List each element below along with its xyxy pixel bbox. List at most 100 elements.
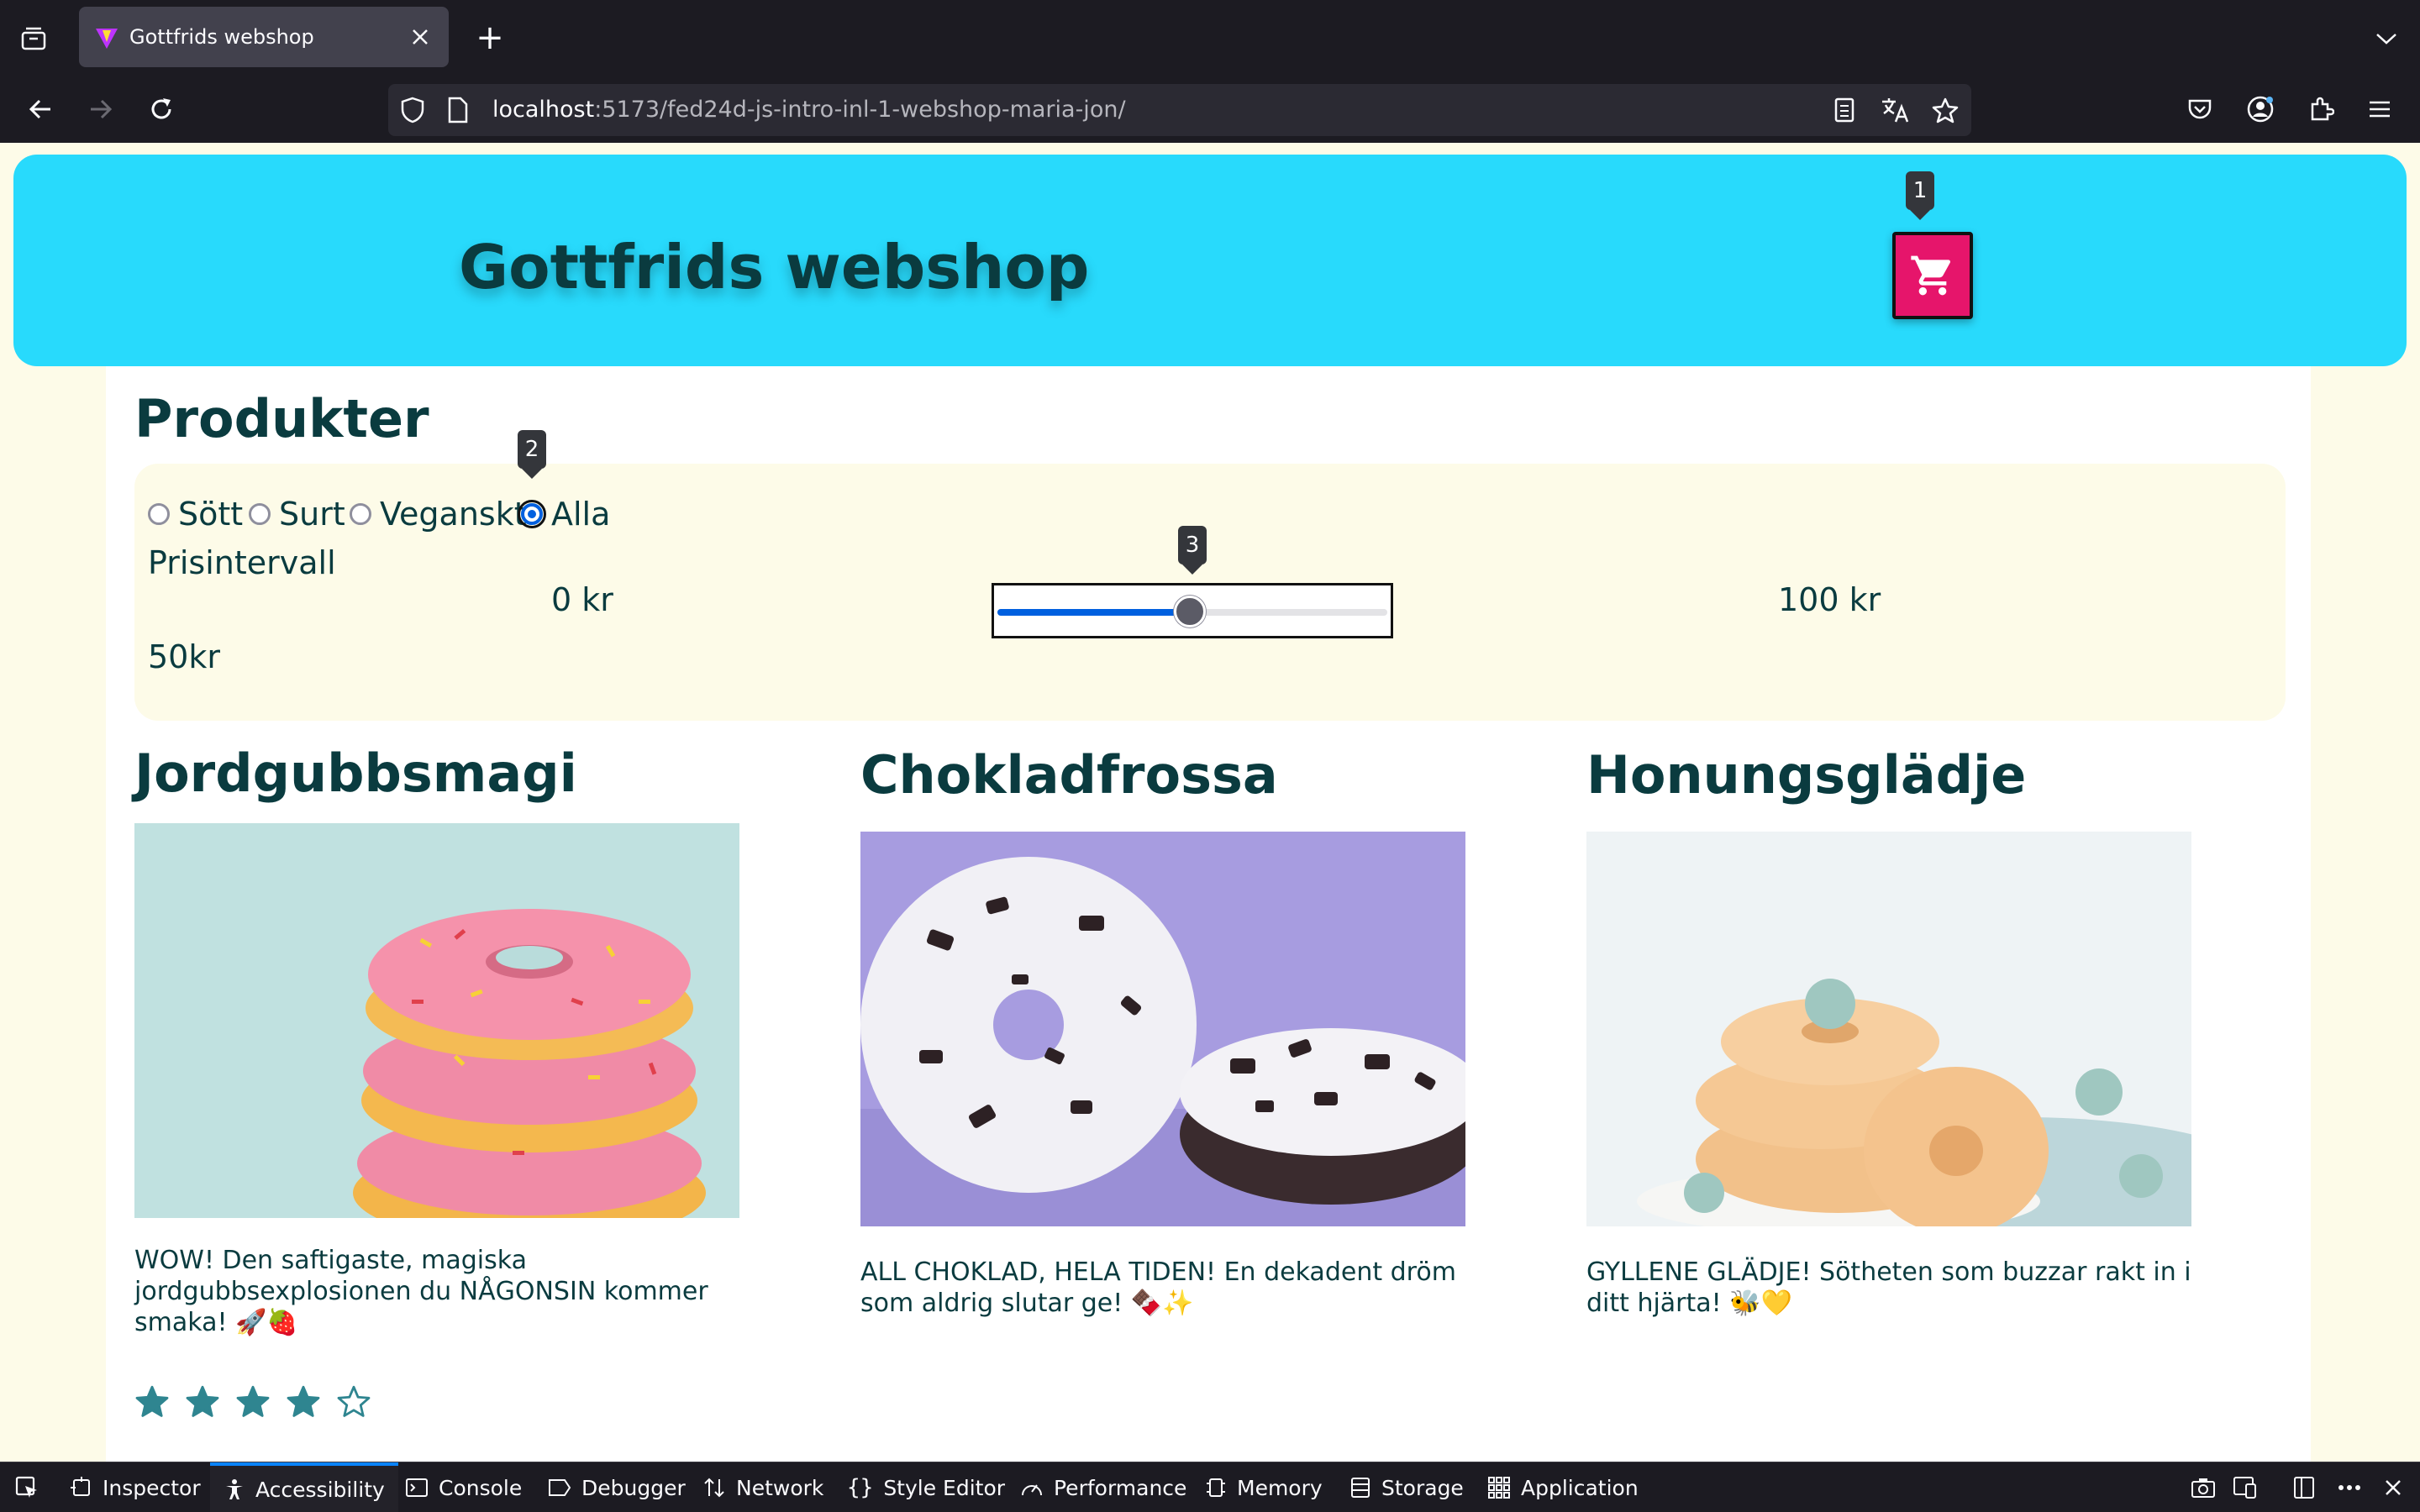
tab-list-icon[interactable] <box>17 22 50 55</box>
devtools-tab-accessibility[interactable]: Accessibility <box>210 1462 398 1512</box>
close-devtools-icon[interactable] <box>2378 1473 2408 1503</box>
braces-icon: {} <box>847 1475 874 1500</box>
devtools-tab-storage[interactable]: Storage <box>1349 1462 1464 1512</box>
translate-icon[interactable] <box>1879 94 1911 126</box>
browser-nav-bar: localhost:5173/fed24d-js-intro-inl-1-web… <box>0 76 2420 143</box>
price-range-label: Prisintervall <box>148 544 336 581</box>
close-tab-icon[interactable] <box>405 22 435 52</box>
filter-option-veganskt[interactable]: Veganskt <box>350 496 527 533</box>
radio-sott[interactable] <box>148 503 170 525</box>
devtools-tab-inspector[interactable]: Inspector <box>71 1462 201 1512</box>
url-bar[interactable]: localhost:5173/fed24d-js-intro-inl-1-web… <box>388 84 1971 136</box>
tab-title: Gottfrids webshop <box>129 25 314 49</box>
product-description: WOW! Den saftigaste, magiska jordgubbsex… <box>134 1246 708 1337</box>
radio-alla[interactable] <box>518 500 546 528</box>
product-description: GYLLENE GLÄDJE! Sötheten som buzzar rakt… <box>1586 1257 2191 1318</box>
star-filled-icon <box>135 1385 169 1417</box>
product-title: Honungsglädje <box>1586 744 2027 806</box>
more-options-icon[interactable] <box>2334 1473 2365 1503</box>
devtools-tab-memory[interactable]: Memory <box>1205 1462 1323 1512</box>
product-card: Jordgubbsmagi <box>134 743 773 804</box>
debugger-icon <box>549 1479 571 1496</box>
radio-veganskt[interactable] <box>350 503 371 525</box>
oreo-chocolate-donuts-image <box>860 832 1465 1226</box>
devtools-tab-label: Network <box>736 1475 824 1500</box>
glazed-honey-donuts-image <box>1586 832 2191 1226</box>
devtools-tab-label: Application <box>1521 1475 1639 1500</box>
storage-icon <box>1351 1478 1370 1498</box>
devtools-tab-application[interactable]: Application <box>1487 1462 1639 1512</box>
shield-icon[interactable] <box>397 94 429 126</box>
accessibility-icon <box>226 1479 243 1499</box>
responsive-mode-icon[interactable] <box>2230 1473 2260 1503</box>
shopping-cart-icon <box>1911 255 1951 296</box>
element-picker-icon[interactable] <box>12 1473 42 1503</box>
inspector-icon <box>71 1477 90 1496</box>
price-min-label: 0 kr <box>551 581 613 618</box>
devtools-tab-network[interactable]: Network <box>702 1462 823 1512</box>
reload-icon[interactable] <box>143 91 180 128</box>
browser-tab[interactable]: Gottfrids webshop <box>79 7 449 67</box>
devtools-tab-label: Storage <box>1381 1475 1464 1500</box>
new-tab-button[interactable]: + <box>471 18 509 57</box>
cart-accessibility-badge: 1 <box>1906 171 1934 220</box>
star-filled-icon <box>236 1385 270 1417</box>
memory-icon <box>1207 1478 1225 1497</box>
extensions-icon[interactable] <box>2302 91 2339 128</box>
filter-option-sott[interactable]: Sött <box>148 496 243 533</box>
url-host: localhost <box>492 97 595 123</box>
vite-favicon-icon <box>96 29 118 49</box>
cart-button[interactable] <box>1892 232 1973 319</box>
webpage: Gottfrids webshop 1 Produkter 2 Sött Sur… <box>0 143 2420 1462</box>
product-card: Chokladfrossa <box>860 744 1499 806</box>
filter-accessibility-badge: 2 <box>518 430 546 479</box>
devtools-tab-label: Performance <box>1054 1475 1187 1500</box>
application-grid-icon <box>1488 1477 1510 1499</box>
price-range-slider[interactable] <box>992 583 1393 638</box>
reader-view-icon[interactable] <box>1828 94 1860 126</box>
filter-label-surt: Surt <box>279 496 345 533</box>
pocket-icon[interactable] <box>2181 91 2218 128</box>
forward-icon[interactable] <box>82 91 119 128</box>
products-heading: Produkter <box>134 388 429 449</box>
slider-accessibility-badge: 3 <box>1178 526 1207 575</box>
console-icon <box>406 1478 428 1497</box>
filter-option-surt[interactable]: Surt <box>249 496 345 533</box>
devtools-tab-label: Inspector <box>103 1475 201 1500</box>
devtools-tab-label: Debugger <box>581 1475 686 1500</box>
star-filled-icon <box>287 1385 320 1417</box>
screenshot-icon[interactable] <box>2188 1473 2218 1503</box>
browser-tab-bar: Gottfrids webshop + <box>0 0 2420 76</box>
star-filled-icon <box>186 1385 219 1417</box>
star-empty-icon <box>337 1385 371 1417</box>
slider-fill <box>997 609 1192 616</box>
menu-icon[interactable] <box>2361 91 2398 128</box>
chevron-down-icon[interactable] <box>2370 22 2403 55</box>
page-icon <box>442 94 474 126</box>
devtools-tab-label: Style Editor <box>883 1475 1006 1500</box>
filter-label-veganskt: Veganskt <box>380 496 527 533</box>
devtools-tab-label: Memory <box>1237 1475 1323 1500</box>
radio-surt[interactable] <box>249 503 271 525</box>
devtools-tab-performance[interactable]: Performance <box>1020 1462 1186 1512</box>
devtools-tab-style-editor[interactable]: {} Style Editor <box>847 1462 1005 1512</box>
product-description: ALL CHOKLAD, HELA TIDEN! En dekadent drö… <box>860 1257 1456 1318</box>
pink-sprinkle-donuts-image <box>134 823 739 1218</box>
account-icon[interactable] <box>2242 91 2279 128</box>
product-card: Honungsglädje <box>1586 744 2225 806</box>
site-header: Gottfrids webshop 1 <box>13 155 2407 366</box>
back-icon[interactable] <box>22 91 59 128</box>
devtools-tab-label: Accessibility <box>255 1477 385 1502</box>
performance-icon <box>1022 1484 1042 1496</box>
product-title: Chokladfrossa <box>860 744 1278 806</box>
url-text[interactable]: localhost:5173/fed24d-js-intro-inl-1-web… <box>492 84 1126 136</box>
devtools-tab-debugger[interactable]: Debugger <box>548 1462 686 1512</box>
site-title: Gottfrids webshop <box>459 232 1090 302</box>
devtools-toolbar: Inspector Accessibility Console Debugger… <box>0 1462 2420 1512</box>
dock-side-icon[interactable] <box>2289 1473 2319 1503</box>
bookmark-star-icon[interactable] <box>1929 94 1961 126</box>
devtools-tab-console[interactable]: Console <box>405 1462 522 1512</box>
filter-option-alla[interactable]: Alla <box>518 496 610 533</box>
slider-thumb[interactable] <box>1174 596 1206 627</box>
product-rating <box>134 1384 371 1420</box>
